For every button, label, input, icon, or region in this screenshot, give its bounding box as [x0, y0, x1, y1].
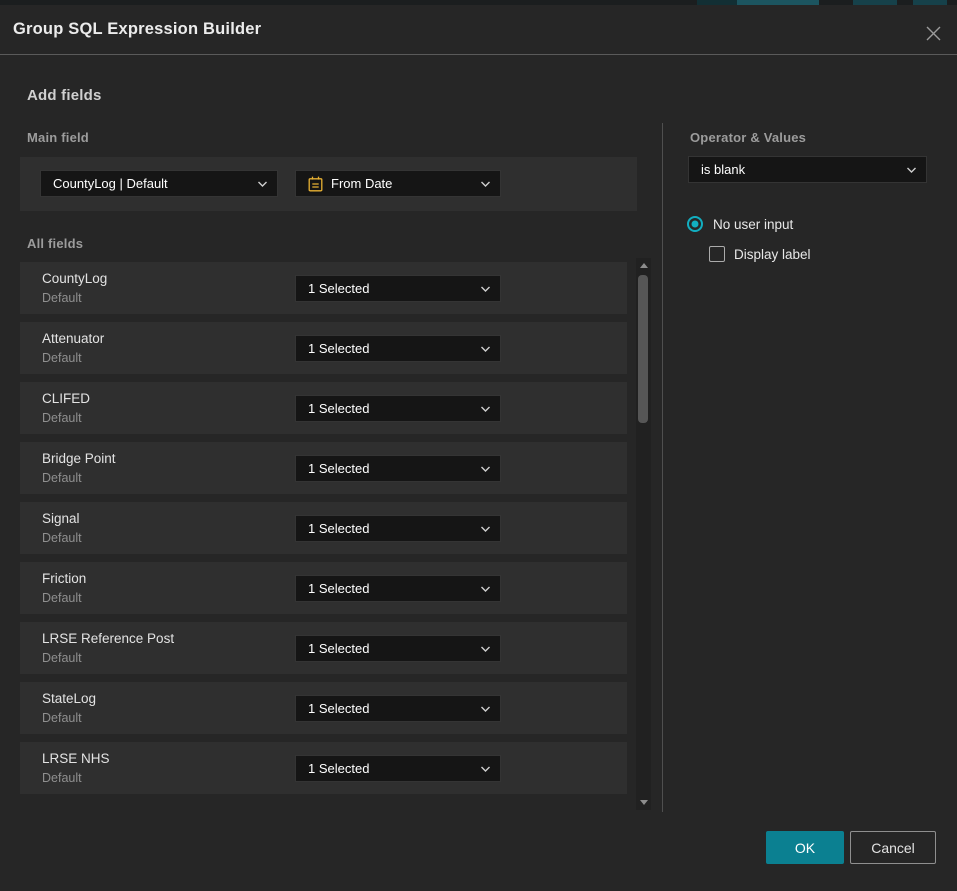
checkbox-unchecked-icon[interactable]: [709, 246, 725, 262]
chevron-down-icon: [480, 465, 491, 472]
chevron-down-icon: [480, 525, 491, 532]
field-name: LRSE Reference Post: [42, 631, 174, 646]
field-name: Signal: [42, 511, 80, 526]
field-selected-value: 1 Selected: [308, 581, 369, 596]
chevron-down-icon: [480, 645, 491, 652]
field-selected-dropdown[interactable]: 1 Selected: [295, 755, 501, 782]
scrollbar-thumb[interactable]: [638, 275, 648, 423]
chevron-down-icon: [480, 345, 491, 352]
main-field-label: Main field: [27, 130, 89, 145]
field-row: Bridge Point Default 1 Selected: [20, 442, 627, 494]
operator-value: is blank: [701, 162, 745, 177]
field-name: CountyLog: [42, 271, 107, 286]
field-selected-value: 1 Selected: [308, 761, 369, 776]
field-type: Default: [42, 291, 82, 305]
field-name: LRSE NHS: [42, 751, 110, 766]
no-user-input-label: No user input: [713, 217, 793, 232]
dialog-title: Group SQL Expression Builder: [13, 20, 261, 39]
scrollbar-down-icon[interactable]: [640, 800, 648, 805]
main-field-panel: CountyLog | Default From Date: [20, 157, 637, 211]
field-selected-dropdown[interactable]: 1 Selected: [295, 335, 501, 362]
field-type: Default: [42, 351, 82, 365]
field-selected-value: 1 Selected: [308, 341, 369, 356]
field-type: Default: [42, 651, 82, 665]
field-selected-dropdown[interactable]: 1 Selected: [295, 635, 501, 662]
field-selected-value: 1 Selected: [308, 701, 369, 716]
field-selected-value: 1 Selected: [308, 641, 369, 656]
chevron-down-icon: [257, 180, 268, 187]
main-field-field-value: From Date: [331, 176, 392, 191]
chevron-down-icon: [480, 285, 491, 292]
field-row: LRSE NHS Default 1 Selected: [20, 742, 627, 794]
field-selected-value: 1 Selected: [308, 521, 369, 536]
field-row: StateLog Default 1 Selected: [20, 682, 627, 734]
ok-button[interactable]: OK: [766, 831, 844, 864]
field-row: CountyLog Default 1 Selected: [20, 262, 627, 314]
field-selected-dropdown[interactable]: 1 Selected: [295, 695, 501, 722]
field-name: CLIFED: [42, 391, 90, 406]
main-field-field-select[interactable]: From Date: [295, 170, 501, 197]
field-name: StateLog: [42, 691, 96, 706]
chevron-down-icon: [480, 705, 491, 712]
field-row: LRSE Reference Post Default 1 Selected: [20, 622, 627, 674]
chevron-down-icon: [480, 180, 491, 187]
main-field-layer-select[interactable]: CountyLog | Default: [40, 170, 278, 197]
field-selected-dropdown[interactable]: 1 Selected: [295, 395, 501, 422]
display-label-label: Display label: [734, 247, 811, 262]
field-type: Default: [42, 771, 82, 785]
operator-select[interactable]: is blank: [688, 156, 927, 183]
field-selected-value: 1 Selected: [308, 461, 369, 476]
field-row: CLIFED Default 1 Selected: [20, 382, 627, 434]
main-field-layer-value: CountyLog | Default: [53, 176, 168, 191]
field-row: Friction Default 1 Selected: [20, 562, 627, 614]
field-name: Bridge Point: [42, 451, 116, 466]
field-name: Attenuator: [42, 331, 104, 346]
scrollbar-up-icon[interactable]: [640, 263, 648, 268]
no-user-input-option[interactable]: No user input: [687, 216, 793, 232]
close-icon: [925, 25, 942, 42]
field-selected-value: 1 Selected: [308, 401, 369, 416]
field-selected-dropdown[interactable]: 1 Selected: [295, 275, 501, 302]
all-fields-label: All fields: [27, 236, 83, 251]
field-row: Attenuator Default 1 Selected: [20, 322, 627, 374]
panel-divider: [662, 123, 663, 812]
radio-selected-icon[interactable]: [687, 216, 703, 232]
field-type: Default: [42, 411, 82, 425]
field-type: Default: [42, 711, 82, 725]
cancel-button[interactable]: Cancel: [850, 831, 936, 864]
chevron-down-icon: [480, 765, 491, 772]
chevron-down-icon: [906, 166, 917, 173]
field-type: Default: [42, 531, 82, 545]
close-button[interactable]: [923, 23, 943, 43]
all-fields-list: CountyLog Default 1 Selected Attenuator …: [20, 262, 627, 802]
scrollbar[interactable]: [636, 258, 651, 810]
chevron-down-icon: [480, 585, 491, 592]
dialog-titlebar: Group SQL Expression Builder: [0, 5, 957, 55]
field-name: Friction: [42, 571, 86, 586]
operator-values-label: Operator & Values: [690, 130, 806, 145]
field-row: Signal Default 1 Selected: [20, 502, 627, 554]
field-selected-dropdown[interactable]: 1 Selected: [295, 575, 501, 602]
add-fields-heading: Add fields: [27, 87, 102, 104]
calendar-icon: [308, 176, 323, 192]
display-label-option[interactable]: Display label: [709, 246, 811, 262]
chevron-down-icon: [480, 405, 491, 412]
field-selected-dropdown[interactable]: 1 Selected: [295, 455, 501, 482]
field-type: Default: [42, 471, 82, 485]
field-selected-dropdown[interactable]: 1 Selected: [295, 515, 501, 542]
field-type: Default: [42, 591, 82, 605]
field-selected-value: 1 Selected: [308, 281, 369, 296]
